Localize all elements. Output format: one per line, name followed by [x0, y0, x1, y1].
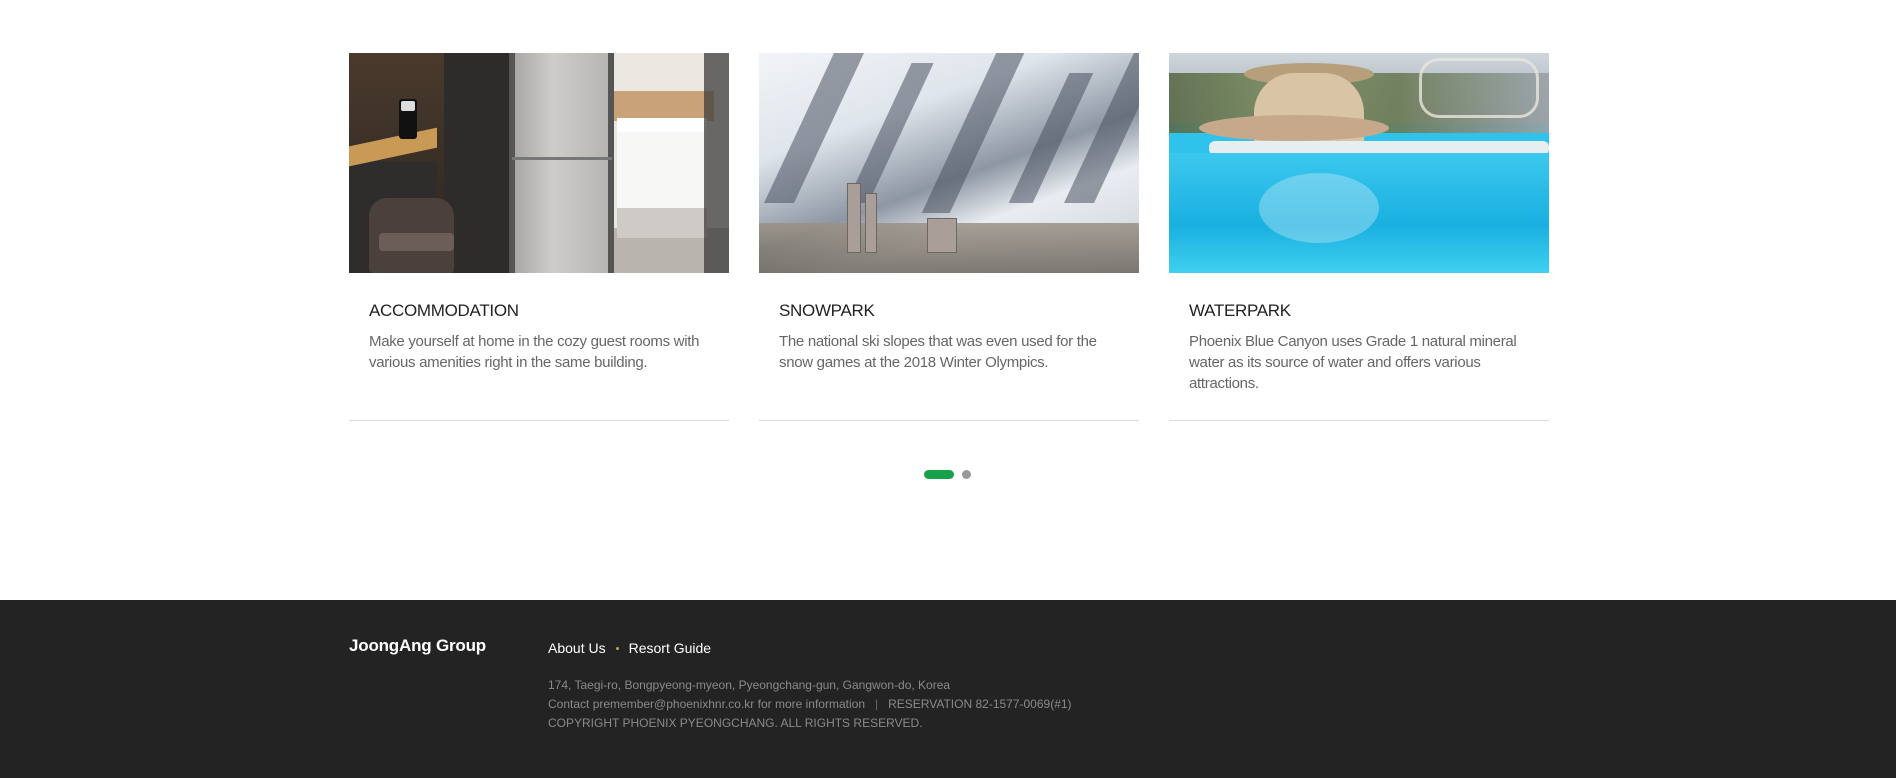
card-description: The national ski slopes that was even us…	[779, 333, 1097, 371]
card-snowpark[interactable]: SNOWPARK The national ski slopes that wa…	[759, 53, 1139, 421]
footer-logo[interactable]: JoongAng Group	[349, 636, 486, 656]
footer-copyright: COPYRIGHT PHOENIX PYEONGCHANG. ALL RIGHT…	[548, 716, 923, 730]
footer-info: 174, Taegi-ro, Bongpyeong-myeon, Pyeongc…	[548, 676, 1072, 733]
card-description: Make yourself at home in the cozy guest …	[369, 333, 700, 371]
card-title[interactable]: ACCOMMODATION	[369, 301, 709, 321]
slider-pagination	[924, 470, 971, 479]
card-description: Phoenix Blue Canyon uses Grade 1 natural…	[1189, 333, 1517, 392]
card-title[interactable]: WATERPARK	[1189, 301, 1529, 321]
snowpark-image[interactable]	[759, 53, 1139, 273]
card-list: ACCOMMODATION Make yourself at home in t…	[349, 53, 1549, 421]
pagination-dot-active[interactable]	[924, 470, 954, 479]
footer-address: 174, Taegi-ro, Bongpyeong-myeon, Pyeongc…	[548, 678, 951, 692]
resort-guide-link[interactable]: Resort Guide	[629, 640, 711, 656]
waterpark-image[interactable]	[1169, 53, 1549, 273]
footer: JoongAng Group About Us Resort Guide 174…	[0, 600, 1896, 778]
card-waterpark[interactable]: WATERPARK Phoenix Blue Canyon uses Grade…	[1169, 53, 1549, 421]
accommodation-image[interactable]	[349, 53, 729, 273]
separator-dot	[615, 646, 619, 650]
card-accommodation[interactable]: ACCOMMODATION Make yourself at home in t…	[349, 53, 729, 421]
main-section: ACCOMMODATION Make yourself at home in t…	[0, 0, 1896, 600]
footer-contact: Contact premember@phoenixhnr.co.kr for m…	[548, 697, 865, 711]
footer-links: About Us Resort Guide	[548, 640, 711, 656]
pagination-dot[interactable]	[962, 470, 971, 479]
footer-reservation: RESERVATION 82-1577-0069(#1)	[888, 697, 1072, 711]
about-us-link[interactable]: About Us	[548, 640, 606, 656]
pipe-separator: |	[875, 697, 879, 711]
card-title[interactable]: SNOWPARK	[779, 301, 1119, 321]
